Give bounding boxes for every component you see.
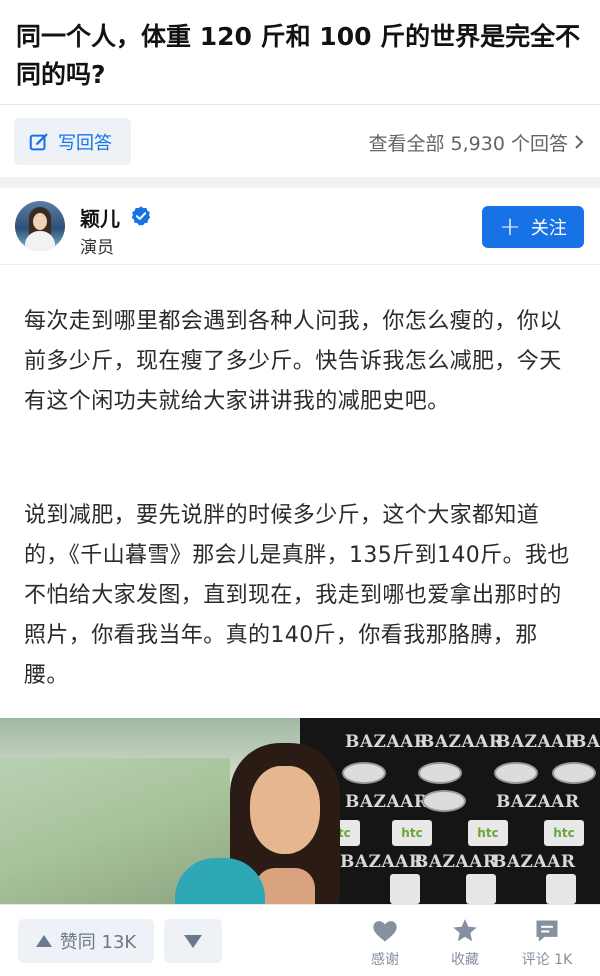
favorite-button[interactable]: 收藏: [430, 917, 500, 973]
downvote-button[interactable]: [164, 919, 222, 963]
oval-logo: [552, 762, 596, 784]
oval-logo: [422, 790, 466, 812]
author-name[interactable]: 颖儿: [80, 203, 120, 232]
plus-icon: +: [499, 212, 521, 242]
author-title: 演员: [80, 238, 114, 258]
htc-logo: htc: [468, 820, 508, 846]
star-icon: [453, 919, 477, 942]
brand-logo-text: BAZAAR: [420, 732, 504, 752]
verified-badge-icon: [131, 206, 151, 226]
write-answer-label: 写回答: [58, 132, 112, 154]
answer-page: 同一个人，体重 120 斤和 100 斤的世界是完全不同的吗? 写回答 查看全部…: [0, 0, 600, 976]
answer-paragraph: 说到减肥，要先说胖的时候多少斤，这个大家都知道的，《千山暮雪》那会儿是真胖，13…: [24, 503, 570, 688]
brand-logo-text: BAZAAR: [345, 732, 429, 752]
edit-icon: [29, 133, 48, 150]
triangle-down-icon: [184, 934, 202, 948]
square-logo: [546, 874, 576, 904]
thanks-label: 感谢: [371, 952, 399, 968]
oval-logo: [494, 762, 538, 784]
thanks-button[interactable]: 感谢: [350, 917, 420, 973]
sponsor-backdrop: BAZAAR BAZAAR BAZAAR BAZAAR BAZAAR BAZAA…: [300, 718, 600, 904]
follow-label: 关注: [530, 218, 567, 239]
write-answer-button[interactable]: 写回答: [14, 118, 131, 165]
chevron-right-icon: [575, 135, 584, 149]
section-gap: [0, 177, 600, 188]
view-all-answers-link[interactable]: 查看全部 5,930 个回答: [369, 128, 584, 156]
oval-logo: [418, 762, 462, 784]
upvote-label: 赞同 13K: [59, 932, 137, 953]
follow-button[interactable]: + 关注: [482, 206, 584, 248]
comment-button[interactable]: 评论 1K: [512, 917, 582, 973]
question-title[interactable]: 同一个人，体重 120 斤和 100 斤的世界是完全不同的吗?: [16, 18, 586, 94]
square-logo: [390, 874, 420, 904]
brand-logo-text: BAZAAR: [340, 852, 424, 872]
brand-logo-text: BAZAAR: [496, 792, 580, 812]
htc-logo: htc: [392, 820, 432, 846]
square-logo: [466, 874, 496, 904]
comment-label: 评论 1K: [521, 952, 573, 968]
comment-icon: [536, 920, 558, 942]
brand-logo-text: BAZAAR: [496, 732, 580, 752]
oval-logo: [342, 762, 386, 784]
htc-logo: htc: [544, 820, 584, 846]
view-all-label: 查看全部 5,930 个回答: [368, 132, 568, 155]
avatar[interactable]: [15, 201, 65, 251]
answer-paragraph: 每次走到哪里都会遇到各种人问我，你怎么瘦的，你以前多少斤，现在瘦了多少斤。快告诉…: [24, 309, 562, 414]
divider: [0, 264, 600, 265]
brand-logo-text: BAZAAR: [572, 732, 600, 752]
heart-icon: [373, 921, 397, 942]
divider: [0, 104, 600, 105]
brand-logo-text: BAZAAR: [492, 852, 576, 872]
brand-logo-text: BAZAAR: [345, 792, 429, 812]
triangle-up-icon: [35, 935, 52, 947]
answer-photo[interactable]: BAZAAR BAZAAR BAZAAR BAZAAR BAZAAR BAZAA…: [0, 718, 600, 904]
favorite-label: 收藏: [451, 952, 479, 968]
upvote-button[interactable]: 赞同 13K: [18, 919, 154, 963]
brand-logo-text: BAZAAR: [414, 852, 498, 872]
bottom-action-bar: 赞同 13K 感谢 收藏 评论 1K: [0, 904, 600, 976]
